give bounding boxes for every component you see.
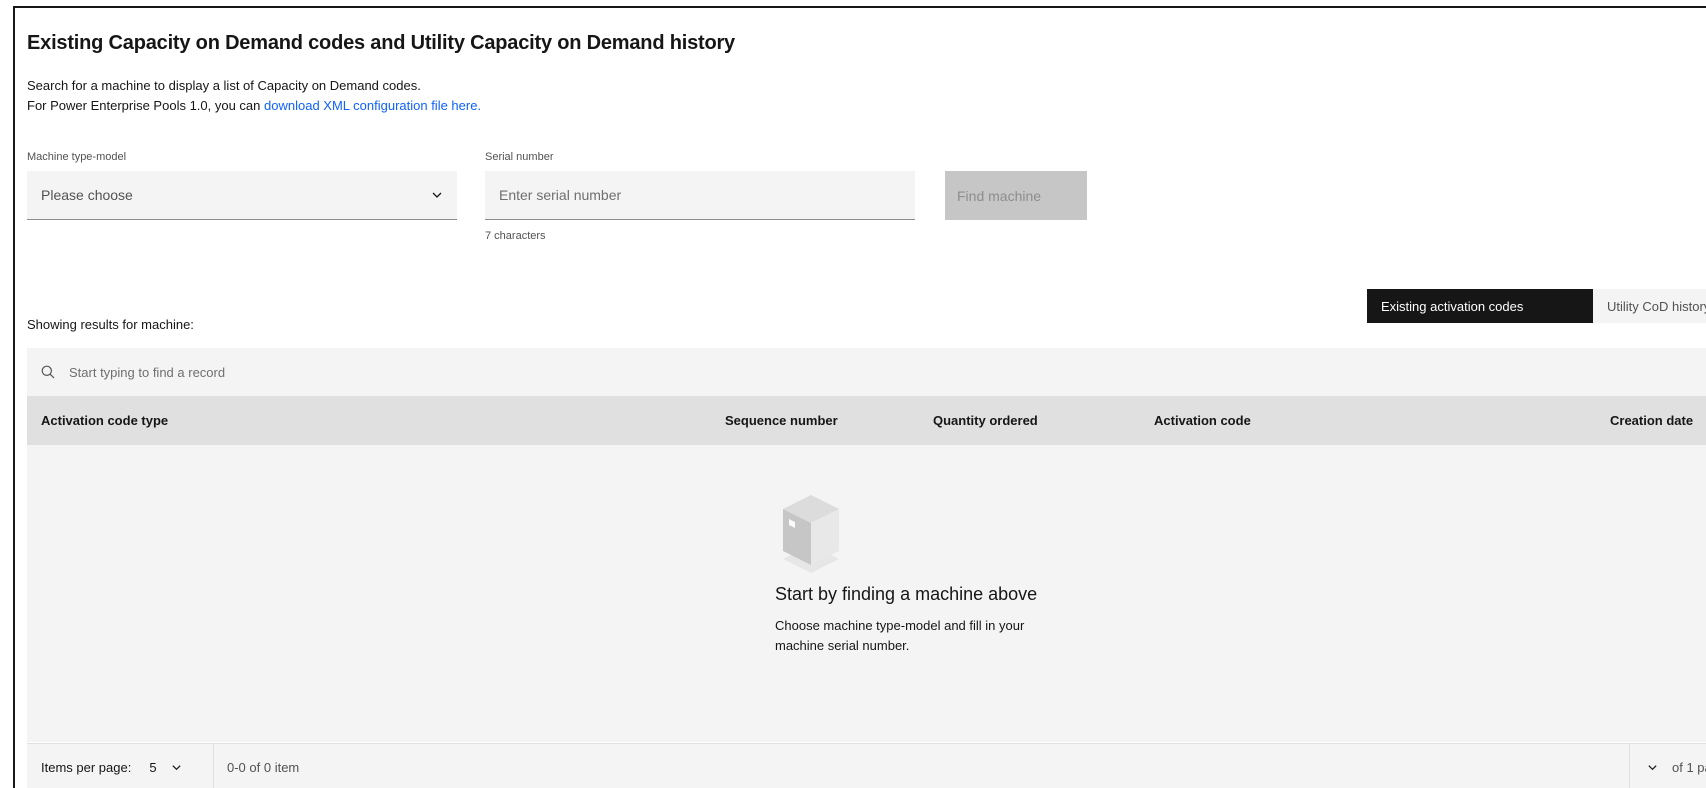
find-machine-button[interactable]: Find machine bbox=[945, 171, 1087, 220]
page-count-text: of 1 pa bbox=[1672, 760, 1706, 775]
items-per-page-select[interactable]: 5 bbox=[149, 760, 181, 775]
chevron-down-icon bbox=[171, 765, 181, 771]
items-per-page-value: 5 bbox=[149, 760, 157, 775]
items-per-page-label: Items per page: bbox=[41, 760, 132, 775]
table-header: Activation code type Sequence number Qua… bbox=[27, 396, 1706, 445]
items-per-page: Items per page: 5 bbox=[41, 744, 182, 788]
table-search-input[interactable] bbox=[69, 364, 669, 380]
column-header-creation-date[interactable]: Creation date bbox=[1610, 396, 1693, 445]
intro-text: Search for a machine to display a list o… bbox=[27, 76, 481, 116]
page-frame: Existing Capacity on Demand codes and Ut… bbox=[13, 6, 1706, 788]
column-header-activation-code[interactable]: Activation code bbox=[1154, 396, 1251, 445]
tab-utility-cod-history[interactable]: Utility CoD history bbox=[1593, 289, 1706, 323]
machine-type-model-select[interactable]: Please choose bbox=[27, 171, 457, 220]
showing-results-label: Showing results for machine: bbox=[27, 317, 194, 332]
page-title: Existing Capacity on Demand codes and Ut… bbox=[27, 32, 735, 54]
pagination-divider bbox=[1629, 744, 1630, 788]
column-header-activation-code-type[interactable]: Activation code type bbox=[41, 396, 168, 445]
empty-state: Start by finding a machine above Choose … bbox=[27, 445, 1706, 742]
download-xml-link[interactable]: download XML configuration file here. bbox=[264, 98, 481, 113]
tab-existing-activation-codes[interactable]: Existing activation codes bbox=[1367, 289, 1593, 323]
serial-number-input[interactable] bbox=[485, 171, 915, 220]
chevron-down-icon bbox=[432, 192, 442, 198]
box-icon bbox=[783, 495, 839, 573]
column-header-quantity-ordered[interactable]: Quantity ordered bbox=[933, 396, 1038, 445]
pagination: Items per page: 5 0-0 of 0 item of 1 pa bbox=[27, 743, 1706, 788]
machine-type-model-label: Machine type-model bbox=[27, 151, 127, 163]
intro-line-2: For Power Enterprise Pools 1.0, you can … bbox=[27, 96, 481, 116]
pagination-range: 0-0 of 0 item bbox=[227, 760, 300, 775]
empty-state-title: Start by finding a machine above bbox=[775, 584, 1038, 604]
column-header-sequence-number[interactable]: Sequence number bbox=[725, 396, 838, 445]
intro-line-2-prefix: For Power Enterprise Pools 1.0, you can bbox=[27, 98, 265, 113]
page-select[interactable]: of 1 pa bbox=[1647, 744, 1706, 788]
page-content: Existing Capacity on Demand codes and Ut… bbox=[27, 8, 1706, 788]
serial-number-helper: 7 characters bbox=[485, 230, 546, 242]
pagination-divider bbox=[213, 744, 214, 788]
empty-state-body: Choose machine type-model and fill in yo… bbox=[775, 618, 1025, 653]
serial-number-label: Serial number bbox=[485, 151, 554, 163]
table-search bbox=[27, 348, 1706, 396]
machine-type-model-value: Please choose bbox=[41, 187, 133, 203]
search-icon bbox=[41, 365, 55, 379]
intro-line-1: Search for a machine to display a list o… bbox=[27, 78, 421, 93]
chevron-down-icon bbox=[1648, 765, 1657, 771]
